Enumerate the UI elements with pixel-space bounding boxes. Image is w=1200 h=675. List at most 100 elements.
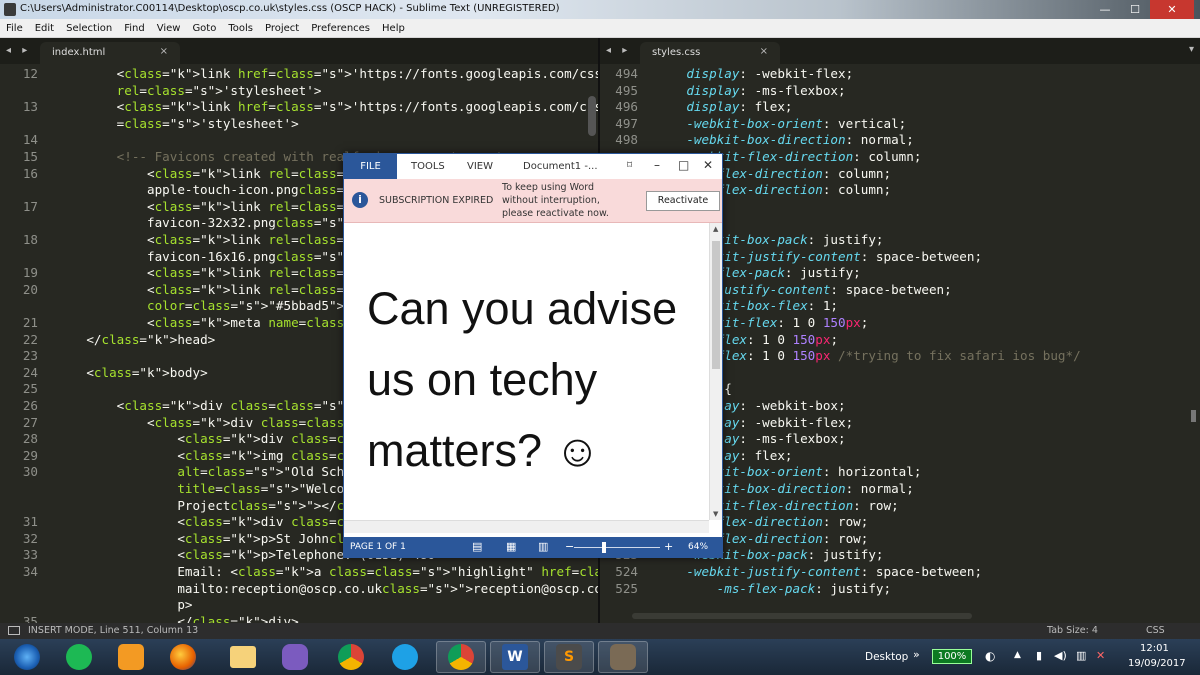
code-text[interactable]: display: -webkit-flex; <box>656 66 853 83</box>
menu-view[interactable]: View <box>151 23 187 34</box>
code-text[interactable]: =class="s">'stylesheet'> <box>56 116 299 133</box>
menu-help[interactable]: Help <box>376 23 411 34</box>
code-text[interactable]: <class="k">link href=class="s">'https://… <box>56 99 598 116</box>
zoom-level[interactable]: 64% <box>688 542 708 552</box>
zoom-in-icon[interactable]: + <box>664 540 673 553</box>
word-focus-icon[interactable]: ⌑ <box>627 160 632 171</box>
show-hidden-icons[interactable]: ▲ <box>1014 650 1021 660</box>
code-text[interactable]: Email: <class="k">a class=class="s">"hig… <box>56 564 598 581</box>
menu-edit[interactable]: Edit <box>29 23 60 34</box>
code-text[interactable]: -ms-flex-pack: justify; <box>656 581 891 598</box>
maximize-button[interactable]: ☐ <box>1120 0 1150 19</box>
code-line[interactable]: =class="s">'stylesheet'> <box>0 116 598 133</box>
read-mode-icon[interactable]: ▤ <box>472 540 482 553</box>
code-line[interactable]: 498 -webkit-box-direction: normal; <box>600 132 1200 149</box>
scroll-up-icon[interactable]: ▲ <box>713 225 718 233</box>
taskbar-github-desktop[interactable] <box>270 641 320 673</box>
battery-indicator[interactable]: 100% <box>932 649 972 664</box>
code-text[interactable]: -webkit-box-orient: vertical; <box>656 116 906 133</box>
code-line[interactable]: 14 <box>0 132 598 149</box>
menu-preferences[interactable]: Preferences <box>305 23 376 34</box>
code-line[interactable]: mailto:reception@oscp.co.ukclass="s">">r… <box>0 581 598 598</box>
code-line[interactable]: 494 display: -webkit-flex; <box>600 66 1200 83</box>
menu-project[interactable]: Project <box>259 23 305 34</box>
clock-date[interactable]: 19/09/2017 <box>1128 658 1186 669</box>
taskbar-internet-explorer[interactable] <box>380 641 430 673</box>
word-maximize-icon[interactable]: □ <box>678 158 689 172</box>
code-line[interactable]: 35 </class="k">div> <box>0 614 598 623</box>
toggle-icon[interactable]: ◐ <box>985 649 995 663</box>
code-line[interactable]: 495 display: -ms-flexbox; <box>600 83 1200 100</box>
word-horizontal-scrollbar[interactable] <box>344 520 709 533</box>
code-text[interactable]: rel=class="s">'stylesheet'> <box>56 83 322 100</box>
tab-close-icon[interactable]: × <box>160 46 168 57</box>
desktop-toolbar-label[interactable]: Desktop <box>865 651 908 663</box>
volume-icon[interactable]: ◀) <box>1054 649 1067 662</box>
reactivate-button[interactable]: Reactivate <box>646 191 720 211</box>
taskbar-gimp[interactable] <box>598 641 648 673</box>
code-text[interactable]: p> <box>56 597 192 614</box>
web-layout-icon[interactable]: ▥ <box>538 540 548 553</box>
document-text[interactable]: Can you advise us on techy matters? ☺ <box>367 273 702 486</box>
tab-dropdown-icon[interactable]: ▾ <box>1189 44 1194 55</box>
menu-file[interactable]: File <box>0 23 29 34</box>
print-layout-icon[interactable]: ▦ <box>506 540 516 553</box>
code-line[interactable]: rel=class="s">'stylesheet'> <box>0 83 598 100</box>
code-text[interactable]: display: flex; <box>656 99 792 116</box>
start-button[interactable] <box>2 641 52 673</box>
code-text[interactable]: -webkit-justify-content: space-between; <box>656 564 982 581</box>
panel-toggle-icon[interactable] <box>8 626 20 635</box>
zoom-out-icon[interactable]: − <box>565 540 574 553</box>
tab-nav-arrows[interactable]: ◂ ▸ <box>606 45 631 56</box>
tab-close-icon[interactable]: × <box>760 46 768 57</box>
status-syntax[interactable]: CSS <box>1146 625 1165 636</box>
taskbar-media-player[interactable] <box>106 641 156 673</box>
menu-tools[interactable]: Tools <box>222 23 259 34</box>
taskbar-sublime-text[interactable]: S <box>544 641 594 673</box>
word-minimize-icon[interactable]: – <box>654 158 660 172</box>
code-text[interactable]: mailto:reception@oscp.co.ukclass="s">">r… <box>56 581 598 598</box>
close-button[interactable]: ✕ <box>1150 0 1194 19</box>
word-view-menu[interactable]: VIEW <box>467 161 493 172</box>
tab-nav-arrows[interactable]: ◂ ▸ <box>6 45 31 56</box>
scrollbar-thumb-left[interactable] <box>588 96 596 136</box>
expand-chevron-icon[interactable]: » <box>913 648 920 661</box>
word-page-status[interactable]: PAGE 1 OF 1 <box>350 542 406 552</box>
code-line[interactable]: 496 display: flex; <box>600 99 1200 116</box>
menu-selection[interactable]: Selection <box>60 23 118 34</box>
scrollbar-thumb-right[interactable] <box>1191 410 1196 422</box>
code-text[interactable]: display: -ms-flexbox; <box>656 83 845 100</box>
zoom-slider-thumb[interactable] <box>602 542 607 553</box>
action-center-icon[interactable]: ✕ <box>1096 649 1105 662</box>
minimize-button[interactable]: — <box>1090 0 1120 19</box>
taskbar-chrome[interactable] <box>326 641 376 673</box>
code-line[interactable]: 525 -ms-flex-pack: justify; <box>600 581 1200 598</box>
status-tab-size[interactable]: Tab Size: 4 <box>1047 625 1098 636</box>
horizontal-scrollbar[interactable] <box>632 613 972 619</box>
code-line[interactable]: 13 <class="k">link href=class="s">'https… <box>0 99 598 116</box>
tab-styles-css[interactable]: styles.css × <box>640 42 780 64</box>
document-canvas[interactable]: Can you advise us on techy matters? ☺ <box>344 223 709 520</box>
taskbar-firefox[interactable] <box>158 641 208 673</box>
scroll-down-icon[interactable]: ▼ <box>713 510 718 518</box>
code-text[interactable]: apple-touch-icon.pngclass="s">"> <box>56 182 390 199</box>
word-vertical-scrollbar[interactable]: ▲ ▼ <box>709 223 722 520</box>
usb-icon[interactable]: ▮ <box>1036 649 1042 662</box>
code-line[interactable]: 497 -webkit-box-orient: vertical; <box>600 116 1200 133</box>
code-line[interactable]: p> <box>0 597 598 614</box>
code-text[interactable]: <class="k">link href=class="s">'https://… <box>56 66 598 83</box>
taskbar-file-explorer[interactable] <box>218 641 268 673</box>
code-line[interactable]: 524 -webkit-justify-content: space-betwe… <box>600 564 1200 581</box>
word-close-icon[interactable]: ✕ <box>703 158 713 172</box>
code-line[interactable]: 34 Email: <class="k">a class=class="s">"… <box>0 564 598 581</box>
word-scroll-thumb[interactable] <box>712 241 720 369</box>
code-text[interactable]: <class="k">body> <box>56 365 207 382</box>
code-text[interactable]: -webkit-box-direction: normal; <box>656 132 913 149</box>
menu-goto[interactable]: Goto <box>186 23 222 34</box>
taskbar-word[interactable]: W <box>490 641 540 673</box>
word-file-tab[interactable]: FILE <box>344 154 397 179</box>
network-icon[interactable]: ▥ <box>1076 649 1086 662</box>
zoom-slider[interactable] <box>574 547 660 548</box>
code-line[interactable]: 12 <class="k">link href=class="s">'https… <box>0 66 598 83</box>
taskbar-spotify[interactable] <box>54 641 104 673</box>
